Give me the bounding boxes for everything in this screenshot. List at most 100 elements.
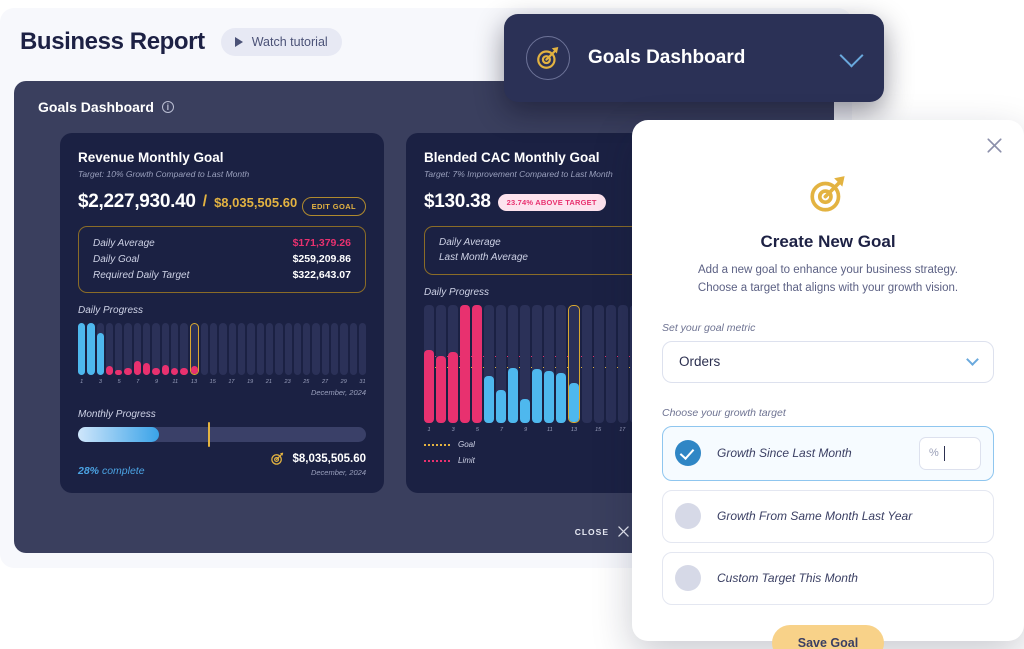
revenue-current-value: $2,227,930.40 [78, 191, 196, 212]
chart-bar [143, 362, 151, 375]
chart-bar-slot [544, 305, 554, 423]
chart-bar [96, 333, 104, 375]
dropdown-title: Goals Dashboard [588, 47, 746, 68]
radio-icon [675, 503, 701, 530]
percent-input[interactable]: % [919, 436, 981, 470]
monthly-progress-marker [207, 422, 211, 447]
chart-bar-slot [484, 305, 494, 423]
revenue-separator: / [202, 193, 208, 210]
chart-bar [161, 365, 169, 375]
chart-bar [460, 305, 470, 423]
growth-option-custom-target[interactable]: Custom Target This Month [662, 551, 994, 605]
chart-bar [556, 373, 566, 423]
close-icon[interactable] [986, 138, 1002, 154]
watch-tutorial-button[interactable]: Watch tutorial [220, 28, 342, 56]
revenue-card-title: Revenue Monthly Goal [78, 150, 224, 165]
axis-tick [484, 427, 494, 433]
axis-tick [181, 379, 188, 385]
info-icon[interactable]: i [161, 101, 174, 113]
axis-tick: 5 [117, 379, 121, 385]
modal-description-line1: Add a new goal to enhance your business … [698, 264, 958, 276]
chart-bar-slot [594, 305, 604, 423]
close-label: CLOSE [574, 526, 609, 537]
legend-swatch-goal [424, 443, 450, 446]
monthly-progress-month: December, 2024 [310, 468, 366, 477]
axis-tick [218, 379, 225, 385]
chart-bar-slot [219, 323, 227, 375]
chart-bar-slot [133, 323, 142, 375]
chart-bar-slot [96, 323, 104, 375]
axis-tick [106, 379, 113, 385]
percent-complete-value: 28% [78, 465, 100, 477]
chart-bar [496, 389, 506, 423]
chart-bar [124, 367, 132, 375]
chart-bar [180, 368, 188, 375]
chart-bar-slot [582, 305, 592, 423]
axis-tick [125, 379, 132, 385]
chevron-down-icon[interactable] [839, 42, 864, 68]
axis-tick: 3 [451, 427, 455, 433]
chart-bar-slot [618, 305, 628, 423]
axis-tick: 23 [284, 379, 291, 385]
chart-bar-slot [496, 305, 506, 423]
axis-tick: 13 [190, 379, 198, 385]
legend-label-goal: Goal [458, 440, 475, 449]
axis-tick: 21 [265, 379, 272, 385]
percent-complete: 28% complete [78, 465, 145, 477]
axis-tick [460, 427, 470, 433]
status-badge: 23.74% ABOVE TARGET [497, 193, 606, 211]
monthly-progress-fill [78, 427, 159, 442]
goal-metric-value: Orders [679, 354, 721, 370]
chart-bar-slot [284, 323, 292, 375]
axis-tick: 5 [475, 427, 479, 433]
close-panel-button[interactable]: CLOSE [575, 526, 629, 537]
save-goal-wrap: Save Goal [662, 624, 994, 649]
revenue-chart-axis: 1 3 5 7 9 11 13 15 17 19 21 23 25 27 29 31 [78, 379, 366, 385]
legend-label-limit: Limit [458, 456, 475, 465]
edit-goal-button[interactable]: EDIT GOAL [301, 197, 366, 216]
chart-bar-slot [210, 323, 218, 375]
chart-bar [520, 399, 530, 423]
growth-option-same-month-last-year[interactable]: Growth From Same Month Last Year [662, 489, 994, 543]
chart-bar [544, 371, 554, 423]
percent-symbol: % [929, 447, 939, 460]
axis-tick: 7 [136, 379, 140, 385]
chart-bar-slot [200, 323, 209, 375]
chart-bar [152, 367, 160, 375]
chart-bar [424, 349, 434, 423]
growth-option-since-last-month[interactable]: Growth Since Last Month % [662, 425, 994, 481]
save-goal-button[interactable]: Save Goal [771, 624, 885, 649]
axis-tick [237, 379, 244, 385]
chart-bar-slot [87, 323, 95, 375]
axis-tick [331, 379, 338, 385]
revenue-daily-progress-chart [78, 323, 367, 375]
chart-bar-slot [161, 323, 169, 375]
chart-bar-slot [293, 323, 302, 375]
chart-bar-slot [460, 305, 470, 423]
page-title: Business Report [20, 28, 205, 55]
target-badge [526, 36, 570, 80]
chart-bar-slot [331, 323, 339, 375]
axis-tick [533, 427, 543, 433]
chart-bar [105, 366, 114, 375]
chart-bar-slot [472, 305, 482, 423]
revenue-chart-month: December, 2024 [310, 388, 366, 397]
monthly-progress-amount: $8,035,505.60 [292, 452, 366, 465]
modal-icon-wrap [662, 120, 994, 220]
stat-row: Daily Average $171,379.26 [93, 235, 351, 251]
monthly-progress-bar [78, 422, 366, 447]
legend-swatch-limit [424, 459, 450, 462]
axis-tick [87, 379, 94, 385]
target-arrow-icon [537, 46, 559, 69]
axis-tick: 29 [340, 379, 347, 385]
chart-bar [569, 382, 579, 422]
target-arrow-icon [810, 176, 845, 212]
goals-dashboard-dropdown[interactable]: Goals Dashboard [504, 14, 884, 102]
stat-label: Daily Goal [93, 253, 140, 265]
chart-bar-slot [105, 323, 114, 375]
chart-bar-slot [265, 323, 274, 375]
goal-metric-select[interactable]: Orders [662, 340, 994, 383]
stat-row: Daily Goal $259,209.86 [93, 251, 351, 267]
chart-bar-slot [532, 305, 542, 423]
chart-bar-slot [520, 305, 530, 423]
